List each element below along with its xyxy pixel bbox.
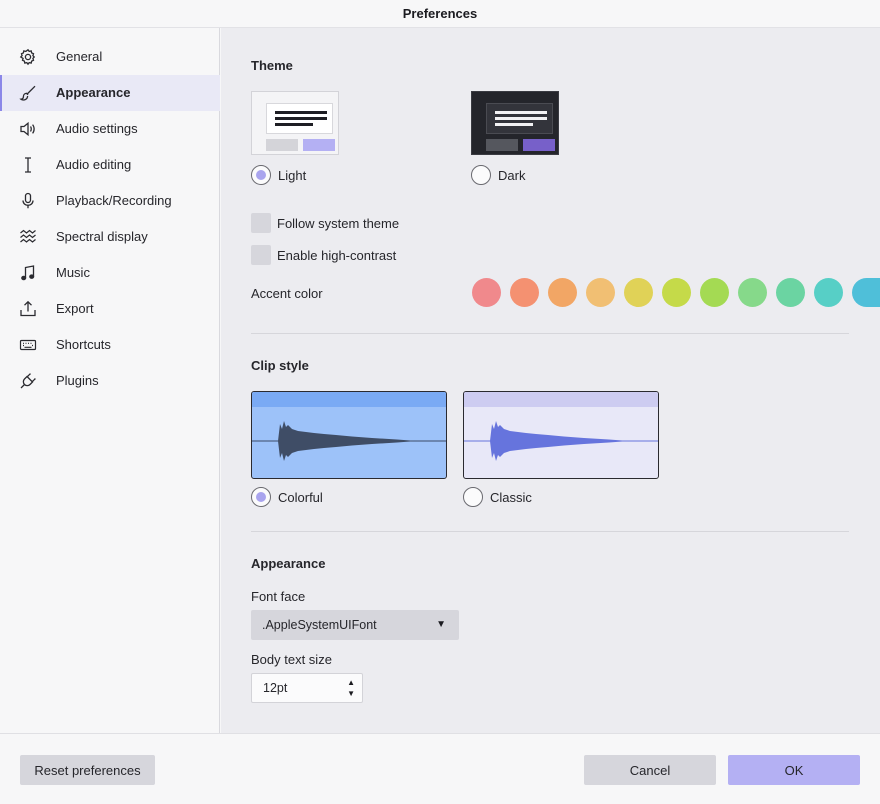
- body-text-size-value: 12pt: [263, 681, 288, 695]
- sidebar-item-plugins[interactable]: Plugins: [0, 363, 220, 399]
- cancel-button[interactable]: Cancel: [584, 755, 716, 785]
- radio-label: Colorful: [278, 489, 323, 505]
- reset-preferences-button[interactable]: Reset preferences: [20, 755, 155, 785]
- theme-dark-radio[interactable]: Dark: [471, 165, 525, 185]
- theme-section-title: Theme: [251, 58, 293, 73]
- sidebar-item-label: Appearance: [56, 85, 131, 100]
- sidebar-item-label: Playback/Recording: [56, 193, 172, 208]
- sidebar-item-playback-recording[interactable]: Playback/Recording: [0, 183, 220, 219]
- dark-theme-preview[interactable]: [471, 91, 559, 155]
- window-title: Preferences: [0, 0, 880, 28]
- clip-header: [464, 392, 658, 407]
- checkbox[interactable]: [251, 213, 271, 233]
- accent-color-swatch[interactable]: [472, 278, 501, 307]
- sidebar-item-label: Plugins: [56, 373, 99, 388]
- brush-icon: [19, 84, 37, 102]
- radio-button[interactable]: [251, 165, 271, 185]
- sidebar-item-label: Audio editing: [56, 157, 132, 172]
- checkbox-label: Enable high-contrast: [277, 247, 397, 263]
- sidebar-item-music[interactable]: Music: [0, 255, 220, 291]
- sidebar-item-spectral-display[interactable]: Spectral display: [0, 219, 220, 255]
- microphone-icon: [19, 192, 37, 210]
- sidebar-item-label: Shortcuts: [56, 337, 111, 352]
- accent-color-swatch[interactable]: [586, 278, 615, 307]
- accent-color-swatch[interactable]: [776, 278, 805, 307]
- waveform: [252, 421, 446, 461]
- ok-button[interactable]: OK: [728, 755, 860, 785]
- sidebar-item-label: Audio settings: [56, 121, 138, 136]
- radio-button[interactable]: [463, 487, 483, 507]
- clip-style-classic-radio[interactable]: Classic: [463, 487, 532, 507]
- upload-icon: [19, 300, 37, 318]
- sidebar-item-appearance[interactable]: Appearance: [0, 75, 220, 111]
- font-face-label: Font face: [251, 589, 306, 604]
- colorful-clip-preview[interactable]: [251, 391, 447, 479]
- radio-label: Classic: [490, 489, 532, 505]
- accent-color-swatch[interactable]: [814, 278, 843, 307]
- preferences-window: Preferences General Appearance Audio set…: [0, 0, 880, 804]
- font-face-select[interactable]: .AppleSystemUIFont ▼: [251, 610, 459, 640]
- font-face-value: .AppleSystemUIFont: [262, 618, 377, 632]
- stepper-up-icon[interactable]: ▲: [347, 677, 355, 688]
- sidebar-item-label: Export: [56, 301, 94, 316]
- stepper-down-icon[interactable]: ▼: [347, 688, 355, 699]
- accent-color-swatch[interactable]: [700, 278, 729, 307]
- gear-icon: [19, 48, 37, 66]
- chevron-down-icon: ▼: [436, 619, 446, 630]
- sidebar-item-label: Music: [56, 265, 90, 280]
- radio-label: Dark: [498, 167, 526, 183]
- speaker-icon: [19, 120, 37, 138]
- accent-color-swatch[interactable]: [510, 278, 539, 307]
- accent-color-swatch[interactable]: [548, 278, 577, 307]
- body-text-size-label: Body text size: [251, 652, 332, 667]
- checkbox-label: Follow system theme: [277, 215, 400, 231]
- preview-window: [486, 103, 553, 134]
- appearance-section-title: Appearance: [251, 556, 326, 571]
- light-theme-preview[interactable]: [251, 91, 339, 155]
- music-note-icon: [19, 264, 37, 282]
- accent-color-swatch[interactable]: [738, 278, 767, 307]
- accent-color-label: Accent color: [251, 286, 323, 301]
- clip-header: [252, 392, 446, 407]
- follow-system-theme-checkbox[interactable]: Follow system theme: [251, 213, 399, 233]
- divider: [251, 531, 849, 532]
- accent-color-swatch[interactable]: [624, 278, 653, 307]
- keyboard-icon: [19, 336, 37, 354]
- sidebar-item-general[interactable]: General: [0, 39, 220, 75]
- accent-color-swatch[interactable]: [662, 278, 691, 307]
- sidebar-item-label: General: [56, 49, 103, 64]
- stepper-arrows[interactable]: ▲ ▼: [347, 677, 355, 699]
- clip-style-section-title: Clip style: [251, 358, 309, 373]
- spectral-icon: [19, 228, 37, 246]
- plug-icon: [19, 372, 37, 390]
- accent-color-swatch[interactable]: [852, 278, 880, 307]
- footer: Reset preferences Cancel OK: [0, 733, 880, 804]
- preview-window: [266, 103, 333, 134]
- waveform: [464, 421, 658, 461]
- body-text-size-stepper[interactable]: 12pt ▲ ▼: [251, 673, 363, 703]
- sidebar-item-label: Spectral display: [56, 229, 148, 244]
- text-cursor-icon: [19, 156, 37, 174]
- clip-style-colorful-radio[interactable]: Colorful: [251, 487, 323, 507]
- radio-button[interactable]: [251, 487, 271, 507]
- checkbox[interactable]: [251, 245, 271, 265]
- sidebar-item-audio-editing[interactable]: Audio editing: [0, 147, 220, 183]
- radio-label: Light: [278, 167, 307, 183]
- sidebar-item-audio-settings[interactable]: Audio settings: [0, 111, 220, 147]
- classic-clip-preview[interactable]: [463, 391, 659, 479]
- high-contrast-checkbox[interactable]: Enable high-contrast: [251, 245, 396, 265]
- sidebar-item-shortcuts[interactable]: Shortcuts: [0, 327, 220, 363]
- divider: [251, 333, 849, 334]
- sidebar: General Appearance Audio settings Audio …: [0, 28, 220, 733]
- theme-light-radio[interactable]: Light: [251, 165, 306, 185]
- sidebar-item-export[interactable]: Export: [0, 291, 220, 327]
- radio-button[interactable]: [471, 165, 491, 185]
- appearance-panel: Theme Light Dark Follow system theme Ena…: [221, 28, 880, 733]
